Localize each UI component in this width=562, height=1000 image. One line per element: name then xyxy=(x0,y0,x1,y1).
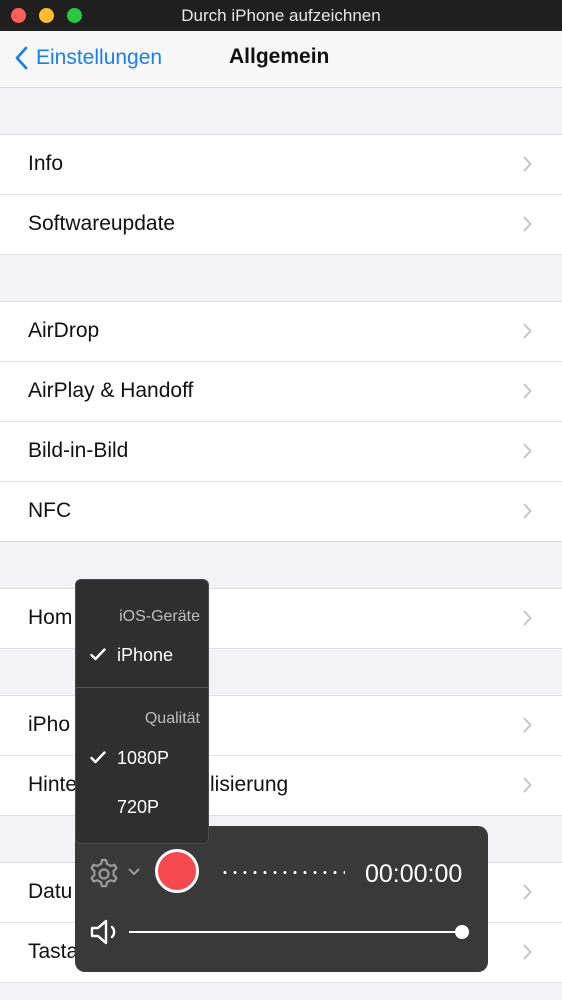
menu-separator xyxy=(76,687,208,688)
row-label: Softwareupdate xyxy=(28,212,176,235)
menu-item-1080p[interactable]: 1080P xyxy=(76,742,208,774)
settings-row-airdrop[interactable]: AirDrop xyxy=(0,302,562,362)
gear-icon[interactable] xyxy=(87,857,121,891)
row-label: NFC xyxy=(28,499,72,522)
checkmark-icon xyxy=(90,648,106,661)
settings-row-info[interactable]: Info xyxy=(0,135,562,195)
chevron-right-icon xyxy=(523,777,532,793)
recording-control-panel: 00:00:00 xyxy=(75,826,488,972)
page-title: Allgemein xyxy=(229,45,330,68)
chevron-right-icon xyxy=(523,884,532,900)
settings-group: Info Softwareupdate xyxy=(0,134,562,255)
chevron-left-icon xyxy=(15,46,28,70)
volume-slider-track[interactable] xyxy=(129,931,463,933)
recording-timer: 00:00:00 xyxy=(365,860,463,888)
row-label: Datu xyxy=(28,880,73,903)
menu-item-label: iPhone xyxy=(117,645,174,665)
menu-header-quality: Qualität xyxy=(144,710,200,727)
navigation-bar: Einstellungen Allgemein xyxy=(0,31,562,88)
chevron-right-icon xyxy=(523,503,532,519)
menu-header-ios-devices: iOS-Geräte xyxy=(119,608,200,625)
row-label: Bild-in-Bild xyxy=(28,439,129,462)
menu-item-iphone[interactable]: iPhone xyxy=(76,639,208,671)
settings-row-softwareupdate[interactable]: Softwareupdate xyxy=(0,195,562,254)
chevron-right-icon xyxy=(523,156,532,172)
chevron-right-icon xyxy=(523,216,532,232)
checkmark-icon xyxy=(90,751,106,764)
row-label-suffix: lisierung xyxy=(210,773,289,796)
audio-level-dots xyxy=(220,871,345,874)
menu-item-720p[interactable]: 720P xyxy=(76,791,208,823)
row-label: Hom xyxy=(28,606,73,629)
menu-item-label: 720P xyxy=(117,797,160,817)
row-label: AirPlay & Handoff xyxy=(28,379,194,402)
row-label: Tasta xyxy=(28,940,79,963)
settings-row-bild-in-bild[interactable]: Bild-in-Bild xyxy=(0,422,562,482)
back-button[interactable]: Einstellungen xyxy=(14,43,162,73)
settings-dropdown-menu: iOS-Geräte iPhone Qualität 1080P 720P xyxy=(75,579,209,844)
chevron-right-icon xyxy=(523,443,532,459)
settings-group: AirDrop AirPlay & Handoff Bild-in-Bild N… xyxy=(0,301,562,542)
window-title: Durch iPhone aufzeichnen xyxy=(181,6,381,25)
window-titlebar: Durch iPhone aufzeichnen xyxy=(0,0,562,31)
row-label: Info xyxy=(28,152,64,175)
row-label: iPho xyxy=(28,713,71,736)
row-label: Hinte xyxy=(28,773,78,796)
chevron-right-icon xyxy=(523,610,532,626)
row-label: AirDrop xyxy=(28,319,100,342)
back-label: Einstellungen xyxy=(36,46,163,69)
chevron-down-icon[interactable] xyxy=(128,868,140,876)
settings-row-nfc[interactable]: NFC xyxy=(0,482,562,541)
volume-slider-knob[interactable] xyxy=(455,925,469,939)
record-button[interactable] xyxy=(155,849,199,893)
speaker-icon[interactable] xyxy=(90,919,124,945)
chevron-right-icon xyxy=(523,323,532,339)
chevron-right-icon xyxy=(523,383,532,399)
settings-row-airplay-handoff[interactable]: AirPlay & Handoff xyxy=(0,362,562,422)
chevron-right-icon xyxy=(523,944,532,960)
chevron-right-icon xyxy=(523,717,532,733)
menu-item-label: 1080P xyxy=(117,748,170,768)
